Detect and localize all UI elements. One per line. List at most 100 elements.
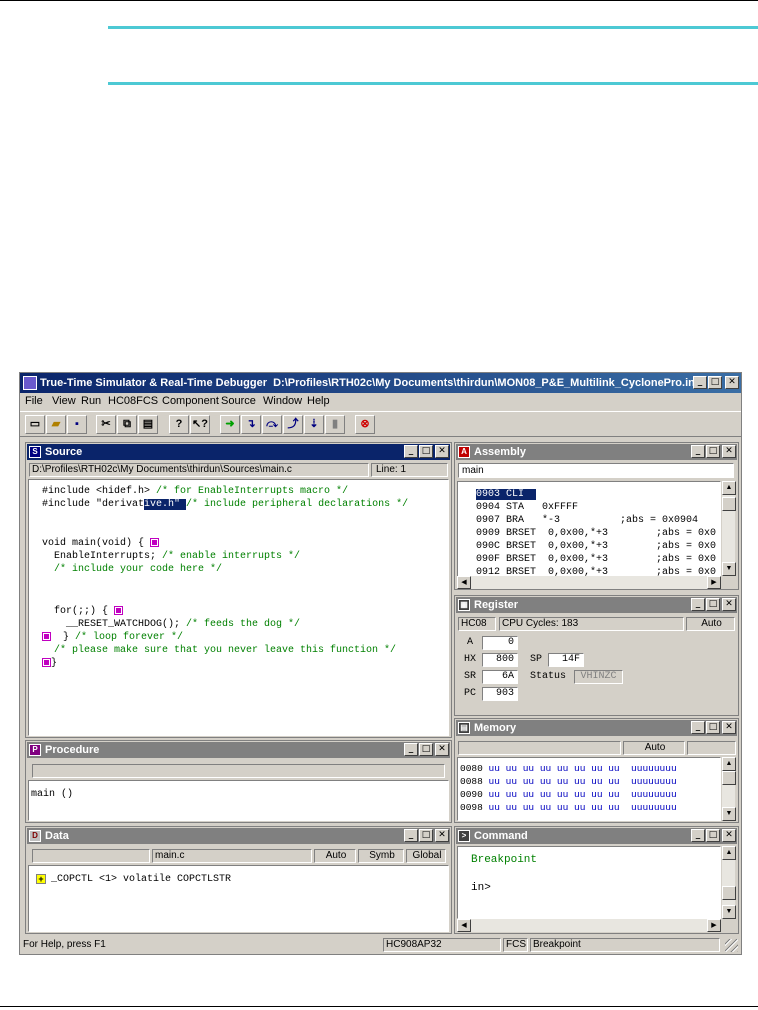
menu-hc08fcs[interactable]: HC08FCS [108, 395, 158, 407]
command-maximize-icon[interactable]: □ [706, 829, 720, 842]
step-out-icon[interactable]: ⤴ [283, 415, 303, 434]
data-titlebar[interactable]: D Data _ □ ✕ [27, 828, 450, 844]
halt-icon[interactable]: ▮ [325, 415, 345, 434]
command-titlebar[interactable]: > Command _ □ ✕ [456, 828, 737, 844]
assembly-close-icon[interactable]: ✕ [722, 445, 736, 458]
memory-row[interactable]: 0098 uu uu uu uu uu uu uu uu uuuuuuuu [460, 801, 677, 814]
scroll-down-icon[interactable]: ▼ [722, 807, 736, 821]
new-icon[interactable]: ▭ [25, 415, 45, 434]
scroll-up-icon[interactable]: ▲ [722, 757, 736, 771]
assembly-row[interactable]: 090C BRSET 0,0x00,*+3 ;abs = 0x0 [476, 540, 716, 553]
expand-icon[interactable]: + [36, 874, 46, 884]
memory-maximize-icon[interactable]: □ [706, 721, 720, 734]
assembly-row[interactable]: 090F BRSET 0,0x00,*+3 ;abs = 0x0 [476, 553, 716, 566]
procedure-titlebar[interactable]: P Procedure _ □ ✕ [27, 742, 450, 758]
memory-row[interactable]: 0088 uu uu uu uu uu uu uu uu uuuuuuuu [460, 775, 677, 788]
paste-icon[interactable]: ▤ [138, 415, 158, 434]
menu-help[interactable]: Help [307, 395, 330, 407]
scroll-right-icon[interactable]: ▶ [707, 576, 721, 589]
scroll-thumb[interactable] [722, 886, 736, 900]
memory-mode[interactable]: Auto [623, 741, 685, 755]
single-step-icon[interactable]: ↴ [241, 415, 261, 434]
procedure-maximize-icon[interactable]: □ [419, 743, 433, 756]
assembly-maximize-icon[interactable]: □ [706, 445, 720, 458]
source-titlebar[interactable]: S Source _ □ ✕ [27, 444, 450, 460]
reset-icon[interactable]: ⊗ [355, 415, 375, 434]
step-over-icon[interactable]: ⤼ [262, 415, 282, 434]
menu-window[interactable]: Window [263, 395, 302, 407]
scroll-left-icon[interactable]: ◀ [457, 919, 471, 932]
scroll-down-icon[interactable]: ▼ [722, 905, 736, 919]
scroll-thumb[interactable] [722, 497, 736, 511]
assembly-hscroll[interactable]: ◀ ▶ [457, 576, 721, 589]
copy-icon[interactable]: ⧉ [117, 415, 137, 434]
window-titlebar[interactable]: True-Time Simulator & Real-Time Debugger… [20, 373, 741, 393]
register-mode[interactable]: Auto [686, 617, 735, 631]
reg-status-value[interactable]: VHINZC [574, 670, 623, 684]
source-editor[interactable]: #include <hidef.h> /* for EnableInterrup… [28, 479, 449, 736]
command-hscroll[interactable]: ◀ ▶ [457, 919, 721, 932]
command-prompt[interactable]: in> [471, 882, 491, 895]
reg-sp-value[interactable]: 14F [548, 653, 584, 667]
memory-dump[interactable]: 0080 uu uu uu uu uu uu uu uu uuuuuuuu 00… [457, 757, 721, 821]
memory-titlebar[interactable]: ▤ Memory _ □ ✕ [456, 720, 737, 736]
assembly-row[interactable]: 0904 STA 0xFFFF [476, 501, 578, 514]
memory-minimize-icon[interactable]: _ [691, 721, 705, 734]
scroll-left-icon[interactable]: ◀ [457, 576, 471, 589]
memory-format-field[interactable] [687, 741, 736, 755]
assembly-minimize-icon[interactable]: _ [691, 445, 705, 458]
source-close-icon[interactable]: ✕ [435, 445, 449, 458]
scroll-up-icon[interactable]: ▲ [722, 846, 736, 860]
procedure-minimize-icon[interactable]: _ [404, 743, 418, 756]
data-list[interactable]: + _COPCTL <1> volatile COPCTLSTR [28, 865, 449, 932]
menu-file[interactable]: File [25, 395, 43, 407]
data-scope[interactable]: Global [406, 849, 446, 863]
context-help-icon[interactable]: ↖? [190, 415, 210, 434]
menu-source[interactable]: Source [221, 395, 256, 407]
open-icon[interactable]: ▰ [46, 415, 66, 434]
memory-address-field[interactable] [458, 741, 621, 755]
command-scrollbar[interactable]: ▲ ▼ [721, 846, 736, 919]
memory-row[interactable]: 0090 uu uu uu uu uu uu uu uu uuuuuuuu [460, 788, 677, 801]
assembly-scrollbar[interactable]: ▲ ▼ [721, 481, 736, 576]
reg-pc-value[interactable]: 903 [482, 687, 518, 701]
reg-hx-value[interactable]: 800 [482, 653, 518, 667]
assembly-listing[interactable]: 0903 CLI 0904 STA 0xFFFF 0907 BRA *-3 ;a… [457, 481, 721, 589]
assembly-row[interactable]: 0909 BRSET 0,0x00,*+3 ;abs = 0x0 [476, 527, 716, 540]
memory-scrollbar[interactable]: ▲ ▼ [721, 757, 736, 821]
data-maximize-icon[interactable]: □ [419, 829, 433, 842]
menu-view[interactable]: View [52, 395, 76, 407]
assembly-row-current[interactable]: 0903 CLI [476, 488, 537, 501]
register-maximize-icon[interactable]: □ [706, 598, 720, 611]
memory-close-icon[interactable]: ✕ [722, 721, 736, 734]
register-titlebar[interactable]: ▦ Register _ □ ✕ [456, 597, 737, 613]
command-close-icon[interactable]: ✕ [722, 829, 736, 842]
register-close-icon[interactable]: ✕ [722, 598, 736, 611]
save-icon[interactable]: ▪ [67, 415, 87, 434]
menu-component[interactable]: Component [162, 395, 219, 407]
source-minimize-icon[interactable]: _ [404, 445, 418, 458]
assembly-titlebar[interactable]: A Assembly _ □ ✕ [456, 444, 737, 460]
register-minimize-icon[interactable]: _ [691, 598, 705, 611]
source-maximize-icon[interactable]: □ [419, 445, 433, 458]
assembly-step-icon[interactable]: ⇣ [304, 415, 324, 434]
start-icon[interactable]: ➜ [220, 415, 240, 434]
procedure-list[interactable]: main () [28, 780, 449, 821]
scroll-thumb[interactable] [722, 771, 736, 785]
help-icon[interactable]: ? [169, 415, 189, 434]
maximize-icon[interactable]: □ [708, 376, 722, 389]
procedure-close-icon[interactable]: ✕ [435, 743, 449, 756]
menu-run[interactable]: Run [81, 395, 101, 407]
scroll-right-icon[interactable]: ▶ [707, 919, 721, 932]
scroll-up-icon[interactable]: ▲ [722, 481, 736, 495]
minimize-icon[interactable]: _ [693, 376, 707, 389]
data-format[interactable]: Symb [358, 849, 404, 863]
scroll-down-icon[interactable]: ▼ [722, 562, 736, 576]
close-icon[interactable]: ✕ [725, 376, 739, 389]
command-console[interactable]: Breakpoint in> [457, 846, 721, 919]
data-mode[interactable]: Auto [314, 849, 356, 863]
data-variable[interactable]: _COPCTL <1> volatile COPCTLSTR [51, 873, 231, 886]
resize-grip-icon[interactable] [725, 939, 738, 952]
data-close-icon[interactable]: ✕ [435, 829, 449, 842]
reg-sr-value[interactable]: 6A [482, 670, 518, 684]
